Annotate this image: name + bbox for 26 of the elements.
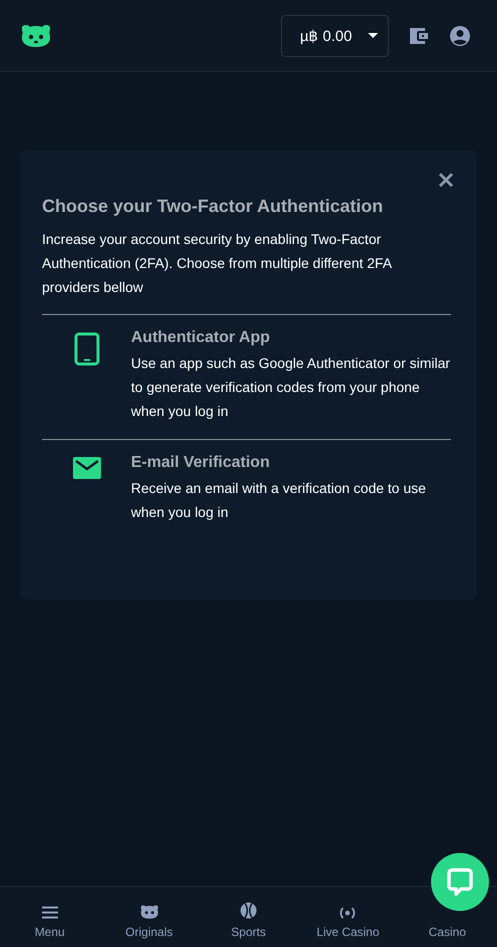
phone-icon <box>74 332 100 366</box>
envelope-icon <box>72 457 100 479</box>
option-title: Authenticator App <box>131 329 271 347</box>
wallet-icon[interactable] <box>409 26 429 46</box>
option-description: Use an app such as Google Authenticator or similar to generate verification codes from your phone when you log in <box>131 354 451 421</box>
chat-icon <box>446 867 474 897</box>
option-title: E-mail Verification <box>131 454 271 472</box>
close-icon[interactable] <box>438 172 454 188</box>
nav-item[interactable]: Casino <box>428 917 466 939</box>
nav-item[interactable]: Sports <box>231 894 266 939</box>
nav-item[interactable]: Originals <box>125 897 173 939</box>
modal-description: Increase your account security by enabling Two-Factor Authentication (2FA). Choose from multiple different 2FA providers bellow <box>42 230 393 297</box>
panda-icon <box>140 905 158 919</box>
balance-dropdown[interactable]: µ฿ 0.00 <box>280 14 389 56</box>
menu-icon <box>42 906 58 919</box>
broadcast-icon <box>339 907 356 919</box>
modal-title: Choose your Two-Factor Authentication <box>42 196 384 217</box>
caret-icon <box>368 32 378 38</box>
nav-item[interactable]: Live Casino <box>316 899 380 939</box>
panda-logo-icon[interactable] <box>22 24 50 46</box>
nav-item[interactable]: Menu <box>34 898 65 939</box>
option-item[interactable]: E-mail Verification Receive an email with a verification code to use when you log in <box>42 439 451 540</box>
option-item[interactable]: Authenticator App Use an app such as Google Authenticator or similar to generate verification codes from your phone when you log in <box>42 314 451 439</box>
option-description: Receive an email with a verification code to use when you log in <box>131 479 427 522</box>
user-icon[interactable] <box>449 24 471 46</box>
ball-icon <box>240 902 258 919</box>
